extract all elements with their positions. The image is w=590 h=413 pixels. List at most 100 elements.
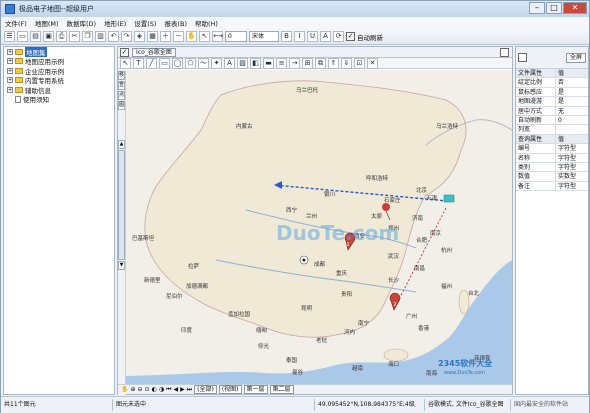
property-value[interactable]: 否 [556, 78, 588, 86]
query-row[interactable]: 数值 实数型 [516, 172, 588, 182]
prev-page-icon[interactable]: ◀ [173, 386, 178, 393]
delete-icon[interactable]: ✕ [367, 57, 378, 69]
menu-database[interactable]: 数据库(D) [63, 18, 101, 28]
property-row[interactable]: 地图漫游是 [516, 97, 588, 107]
save-icon[interactable]: ▣ [43, 31, 54, 42]
star-symbol[interactable]: ★ [299, 255, 309, 265]
font-combo[interactable]: 宋体 [249, 31, 279, 42]
underline-icon[interactable]: U [307, 31, 318, 42]
query-value[interactable]: 字符型 [556, 144, 588, 152]
tree-item-enterprise-examples[interactable]: + 企业应用示例 [4, 66, 114, 76]
menu-help[interactable]: 帮助(H) [191, 18, 222, 28]
pointer-icon[interactable]: ↖ [120, 57, 131, 69]
copy-icon[interactable]: ❐ [82, 31, 93, 42]
fill-color-icon[interactable]: ◧ [250, 57, 261, 69]
property-value[interactable]: 是 [556, 97, 588, 105]
property-value[interactable] [556, 125, 588, 133]
zoom-out-tool-icon[interactable]: ⊖ [138, 386, 143, 393]
menu-settings[interactable]: 设置(S) [130, 18, 160, 28]
align-icon[interactable]: ⊞ [302, 57, 313, 69]
menu-file[interactable]: 文件(F) [1, 18, 31, 28]
vtool-query[interactable]: 查 [118, 81, 125, 90]
print-icon[interactable]: ⎙ [56, 31, 67, 42]
query-row[interactable]: 类别 字符型 [516, 162, 588, 173]
bring-front-icon[interactable]: ⇑ [328, 57, 339, 69]
cut-icon[interactable]: ✂ [69, 31, 80, 42]
properties-checkbox[interactable] [518, 53, 527, 62]
layer-icon[interactable]: ◈ [134, 31, 145, 42]
text-tool-icon[interactable]: T [133, 57, 144, 69]
refresh-icon[interactable]: ⟳ [333, 31, 344, 42]
hand-tool-icon[interactable]: ✋ [121, 386, 128, 393]
query-value[interactable]: 字符型 [556, 163, 588, 171]
image-tool-icon[interactable]: ▧ [237, 57, 248, 69]
auto-refresh-checkbox[interactable]: ✓ [346, 32, 355, 41]
grid-icon[interactable]: ▦ [147, 31, 158, 42]
map-tab[interactable]: Ico_谷歌全图 [132, 47, 176, 57]
zoom-extent-icon[interactable]: ⊙ [145, 386, 150, 393]
group-icon[interactable]: ⧉ [315, 57, 326, 69]
map-option-checkbox[interactable] [500, 47, 509, 57]
font-tool-icon[interactable]: A [224, 57, 235, 69]
measure-icon[interactable]: ⟷ [212, 31, 223, 42]
rect-tool-icon[interactable]: ▭ [159, 57, 170, 69]
tree-item-atlas[interactable]: + 地图集 [4, 46, 114, 57]
paste-icon[interactable]: ▥ [95, 31, 106, 42]
expand-icon[interactable]: + [7, 86, 13, 93]
last-page-icon[interactable]: ⏭ [187, 386, 192, 394]
map-tab-checkbox[interactable]: ✓ [120, 47, 129, 57]
close-button[interactable]: ✕ [563, 2, 587, 14]
property-value[interactable]: 0 [556, 116, 588, 124]
vtool-image[interactable]: 图 [118, 101, 125, 110]
zoom-slider-up-icon[interactable]: ▲ [118, 140, 125, 149]
line-style-icon[interactable]: ≡ [276, 57, 287, 69]
new-icon[interactable]: ▭ [17, 31, 28, 42]
line-tool-icon[interactable]: ╱ [146, 57, 157, 69]
layer-tab-all[interactable]: (全部) [194, 385, 217, 394]
expand-icon[interactable]: + [7, 77, 13, 84]
menu-terrain[interactable]: 地形(E) [100, 18, 130, 28]
maximize-button[interactable]: □ [546, 2, 562, 14]
property-row[interactable]: 鼠标感应是 [516, 87, 588, 98]
tree-item-usage-notes[interactable]: 使用须知 [4, 95, 114, 104]
expand-icon[interactable]: + [7, 48, 13, 55]
color-icon[interactable]: A [320, 31, 331, 42]
zoom-next-icon[interactable]: ◑ [159, 386, 164, 393]
property-value[interactable]: 无 [556, 107, 588, 115]
zoom-slider-down-icon[interactable]: ▼ [118, 261, 125, 270]
layer-tab-view[interactable]: (视图) [218, 385, 242, 394]
ellipse-tool-icon[interactable]: ◯ [172, 57, 183, 69]
tree-toggle-icon[interactable]: ☰ [4, 31, 15, 42]
map-canvas[interactable]: 1 2 ★ 内蒙古 乌兰浩特 呼和浩特 北京 天津 石家庄 济南 太原 西安 郑… [126, 70, 512, 385]
redo-icon[interactable]: ↷ [121, 31, 132, 42]
line-color-icon[interactable]: ▬ [263, 57, 274, 69]
zoom-in-tool-icon[interactable]: ⊕ [130, 386, 135, 393]
open-icon[interactable]: ▤ [30, 31, 41, 42]
query-row[interactable]: 备注 字符型 [516, 181, 588, 192]
property-row[interactable]: 列宽 [516, 125, 588, 135]
lock-icon[interactable]: ⊡ [354, 57, 365, 69]
arrow-style-icon[interactable]: → [289, 57, 300, 69]
zoom-out-icon[interactable]: － [173, 31, 184, 42]
zoom-in-icon[interactable]: ＋ [160, 31, 171, 42]
property-row[interactable]: 居中方式无 [516, 106, 588, 116]
fullscreen-button[interactable]: 全屏 [565, 52, 586, 63]
layer-tab-first[interactable]: 第一层 [243, 385, 268, 394]
menu-report[interactable]: 报表(B) [160, 18, 191, 28]
tree-item-aux-info[interactable]: + 辅助信息 [4, 85, 114, 95]
zoom-slider-track[interactable] [118, 150, 125, 260]
layer-tab-second[interactable]: 第二层 [269, 385, 294, 394]
send-back-icon[interactable]: ⇓ [341, 57, 352, 69]
expand-icon[interactable]: + [7, 67, 13, 74]
vtool-move[interactable]: 移 [118, 71, 125, 80]
polyline-tool-icon[interactable]: 〜 [198, 57, 209, 69]
bold-icon[interactable]: B [281, 31, 292, 42]
query-value[interactable]: 字符型 [556, 154, 588, 162]
tree-item-builtin-systems[interactable]: + 内置专用系统 [4, 76, 114, 85]
minimize-button[interactable]: – [529, 2, 545, 14]
tree-item-map-examples[interactable]: + 地图应用示例 [4, 57, 114, 66]
symbol-tool-icon[interactable]: ✦ [211, 57, 222, 69]
hand-icon[interactable]: ✋ [186, 31, 197, 42]
query-value[interactable]: 字符型 [556, 182, 588, 190]
pushpin-cyan[interactable] [443, 194, 455, 203]
